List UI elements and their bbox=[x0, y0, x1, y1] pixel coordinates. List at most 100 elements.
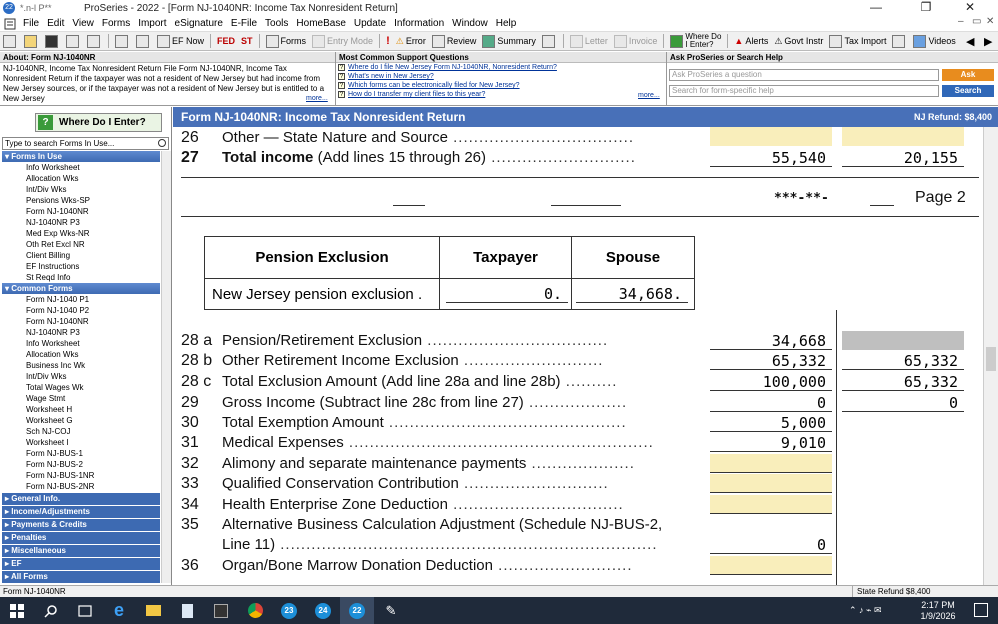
support-question[interactable]: ? What's new in New Jersey? bbox=[336, 72, 666, 81]
support-question[interactable]: ? How do I transfer my client files to th… bbox=[336, 90, 666, 99]
invoice-button[interactable]: Invoice bbox=[613, 33, 659, 49]
list-item[interactable]: St Reqd Info bbox=[2, 272, 160, 283]
list-item[interactable]: Allocation Wks bbox=[2, 349, 160, 360]
section-common-forms[interactable]: ▾ Common Forms bbox=[2, 283, 160, 294]
about-more-link[interactable]: more... bbox=[306, 95, 328, 102]
line29-col2-field[interactable]: 0 bbox=[842, 393, 964, 412]
list-item[interactable]: Sch NJ-COJ bbox=[2, 426, 160, 437]
entry-mode-button[interactable]: Entry Mode bbox=[311, 33, 374, 49]
st-button[interactable]: ST bbox=[240, 33, 254, 49]
review-button[interactable]: Review bbox=[431, 33, 478, 49]
start-button[interactable] bbox=[0, 597, 34, 624]
taskbar-edge[interactable]: e bbox=[102, 597, 136, 624]
support-more-link[interactable]: more... bbox=[638, 92, 660, 99]
help-button[interactable] bbox=[891, 33, 908, 49]
line31-col1-field[interactable]: 9,010 bbox=[710, 433, 832, 452]
mdi-close-button[interactable]: ✕ bbox=[986, 16, 994, 27]
list-item[interactable]: Allocation Wks bbox=[2, 173, 160, 184]
line35-col1-field[interactable]: 0 bbox=[710, 535, 832, 554]
taskbar-proseries-22[interactable]: 22 bbox=[340, 597, 374, 624]
taskbar-search-button[interactable] bbox=[34, 597, 68, 624]
govt-instr-button[interactable]: ⚠ Govt Instr bbox=[773, 33, 824, 49]
ask-button[interactable]: Ask bbox=[942, 69, 994, 81]
open-file-button[interactable] bbox=[23, 33, 40, 49]
list-item[interactable]: Client Billing bbox=[2, 250, 160, 261]
line27-col2-field[interactable]: 20,155 bbox=[842, 148, 964, 167]
section-penalties[interactable]: ▸ Penalties bbox=[2, 532, 160, 544]
section-payments-credits[interactable]: ▸ Payments & Credits bbox=[2, 519, 160, 531]
maximize-button[interactable]: ❐ bbox=[904, 0, 948, 16]
line36-col1-field[interactable] bbox=[710, 556, 832, 575]
error-button[interactable]: ⚠ Error bbox=[395, 33, 427, 49]
save-button[interactable] bbox=[44, 33, 61, 49]
tax-import-button[interactable]: Tax Import bbox=[828, 33, 887, 49]
taskbar-proseries-24[interactable]: 24 bbox=[306, 597, 340, 624]
line28a-col1-field[interactable]: 34,668 bbox=[710, 331, 832, 350]
alert-mark-button[interactable]: ! bbox=[385, 33, 391, 49]
list-item[interactable]: EF Instructions bbox=[2, 261, 160, 272]
form-scrollbar[interactable] bbox=[983, 127, 998, 585]
list-item[interactable]: Info Worksheet bbox=[2, 338, 160, 349]
ask-input[interactable]: Ask ProSeries a question bbox=[669, 69, 939, 81]
support-question-link[interactable]: Where do I file New Jersey Form NJ-1040N… bbox=[348, 63, 557, 72]
line28b-col1-field[interactable]: 65,332 bbox=[710, 351, 832, 370]
taskbar-chrome[interactable] bbox=[238, 597, 272, 624]
list-item[interactable]: Form NJ-1040 P2 bbox=[2, 305, 160, 316]
menu-update[interactable]: Update bbox=[350, 18, 390, 29]
notification-icon[interactable] bbox=[974, 603, 988, 617]
list-item[interactable]: Total Wages Wk bbox=[2, 382, 160, 393]
toolbar-left-arrow-icon[interactable]: ◀ bbox=[966, 35, 974, 48]
task-view-button[interactable] bbox=[68, 597, 102, 624]
mdi-restore-button[interactable]: ▭ bbox=[972, 16, 981, 27]
toolbar-right-arrow-icon[interactable]: ▶ bbox=[984, 35, 992, 48]
list-item[interactable]: Form NJ-BUS-2NR bbox=[2, 481, 160, 492]
section-miscellaneous[interactable]: ▸ Miscellaneous bbox=[2, 545, 160, 557]
menu-import[interactable]: Import bbox=[134, 18, 170, 29]
clock[interactable]: 2:17 PM 1/9/2026 bbox=[914, 600, 962, 622]
list-item[interactable]: NJ-1040NR P3 bbox=[2, 217, 160, 228]
line28c-col2-field[interactable]: 65,332 bbox=[842, 372, 964, 391]
line28a-col2-field[interactable] bbox=[842, 331, 964, 350]
list-item[interactable]: Form NJ-BUS-2 bbox=[2, 459, 160, 470]
list-item[interactable]: Business Inc Wk bbox=[2, 360, 160, 371]
support-question-link[interactable]: Which forms can be electronically filed … bbox=[348, 81, 520, 90]
line28b-col2-field[interactable]: 65,332 bbox=[842, 351, 964, 370]
ef-now-button[interactable]: EF Now bbox=[156, 33, 205, 49]
tray-icons[interactable]: ⌃ ♪ ⌁ ✉ bbox=[849, 605, 882, 616]
menu-window[interactable]: Window bbox=[448, 18, 492, 29]
line26-col2-field[interactable] bbox=[842, 127, 964, 146]
list-item[interactable]: NJ-1040NR P3 bbox=[2, 327, 160, 338]
close-button[interactable]: ✕ bbox=[948, 0, 992, 16]
mdi-minimize-button[interactable]: – bbox=[958, 16, 964, 27]
fed-button[interactable]: FED bbox=[216, 33, 236, 49]
list-item[interactable]: Form NJ-BUS-1NR bbox=[2, 470, 160, 481]
where-do-i-enter-sidebar-button[interactable]: ? Where Do I Enter? bbox=[35, 113, 162, 132]
list-item[interactable]: Form NJ-1040NR bbox=[2, 206, 160, 217]
forms-search-input[interactable]: Type to search Forms In Use... bbox=[2, 137, 169, 150]
menu-efile[interactable]: E-File bbox=[227, 18, 261, 29]
support-question-link[interactable]: What's new in New Jersey? bbox=[348, 72, 434, 81]
list-item[interactable]: Worksheet G bbox=[2, 415, 160, 426]
spouse-pension-field[interactable]: 34,668. bbox=[576, 284, 688, 303]
list-item[interactable]: Worksheet I bbox=[2, 437, 160, 448]
taskbar-explorer[interactable] bbox=[136, 597, 170, 624]
help-search-button[interactable]: Search bbox=[942, 85, 994, 97]
menu-information[interactable]: Information bbox=[390, 18, 448, 29]
videos-button[interactable]: Videos bbox=[912, 33, 956, 49]
section-ef[interactable]: ▸ EF bbox=[2, 558, 160, 570]
menu-tools[interactable]: Tools bbox=[261, 18, 292, 29]
menu-esignature[interactable]: eSignature bbox=[171, 18, 227, 29]
support-question[interactable]: ? Where do I file New Jersey Form NJ-1040… bbox=[336, 63, 666, 72]
menu-homebase[interactable]: HomeBase bbox=[292, 18, 349, 29]
where-do-i-enter-button[interactable]: Where Do I Enter? bbox=[669, 33, 722, 49]
print-preview-button[interactable] bbox=[86, 33, 103, 49]
list-item[interactable]: Int/Div Wks bbox=[2, 184, 160, 195]
alerts-button[interactable]: ▲ Alerts bbox=[733, 33, 769, 49]
list-item[interactable]: Form NJ-1040 P1 bbox=[2, 294, 160, 305]
section-income-adjustments[interactable]: ▸ Income/Adjustments bbox=[2, 506, 160, 518]
menu-edit[interactable]: Edit bbox=[43, 18, 68, 29]
menu-forms[interactable]: Forms bbox=[98, 18, 134, 29]
line29-col1-field[interactable]: 0 bbox=[710, 393, 832, 412]
help-search-input[interactable]: Search for form-specific help bbox=[669, 85, 939, 97]
forms-button[interactable]: Forms bbox=[265, 33, 308, 49]
